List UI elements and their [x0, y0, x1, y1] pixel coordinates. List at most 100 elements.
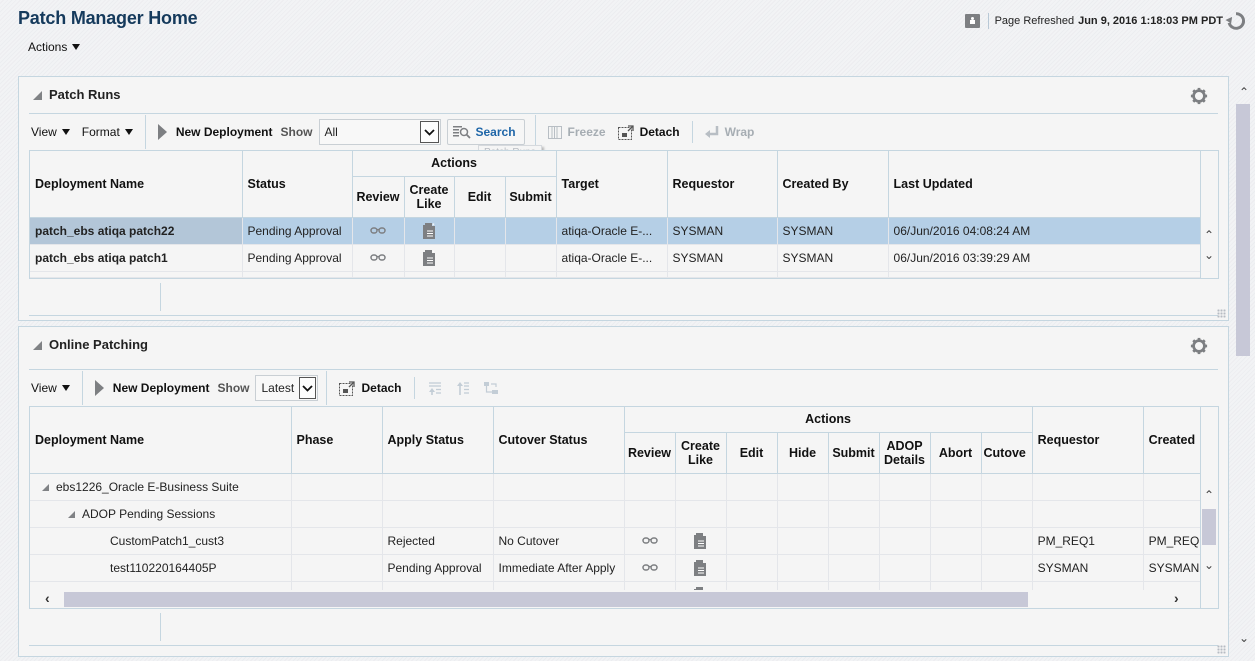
column-header-requestor[interactable]: Requestor: [1032, 407, 1144, 474]
create-like-icon[interactable]: *: [422, 249, 436, 266]
table-vscroll-thumb[interactable]: [1202, 509, 1216, 545]
table-vscroll[interactable]: ⌃ ⌄: [1201, 489, 1217, 579]
review-cell[interactable]: [624, 527, 676, 555]
patch-runs-title[interactable]: Patch Runs: [33, 87, 121, 102]
gear-icon[interactable]: [1190, 337, 1208, 355]
gear-icon[interactable]: [1190, 87, 1208, 105]
column-header-created-by[interactable]: Created By: [777, 151, 889, 218]
column-header-create-like[interactable]: Create Like: [675, 432, 727, 474]
scroll-left-icon[interactable]: ‹: [45, 590, 50, 606]
format-menu[interactable]: Format: [76, 125, 139, 139]
page-scrollbar[interactable]: ⌃ ⌄: [1234, 80, 1254, 661]
create-like-cell[interactable]: [675, 527, 727, 555]
scroll-up-icon[interactable]: ⌃: [1201, 229, 1217, 241]
chevron-down-icon[interactable]: [299, 377, 317, 399]
column-header-target[interactable]: Target: [556, 151, 668, 218]
show-select[interactable]: All: [318, 119, 441, 145]
deployment-name-cell[interactable]: patch_ebs atiqa patch1: [30, 244, 243, 272]
review-cell[interactable]: [624, 554, 676, 582]
table-row[interactable]: patch_ebs atiqa patch22 Pending Approval…: [30, 217, 1201, 245]
column-header-status[interactable]: Status: [242, 151, 353, 218]
column-header-deployment-name[interactable]: Deployment Name: [30, 407, 292, 474]
tree-node-root[interactable]: ebs1226_Oracle E-Business Suite: [30, 473, 292, 501]
column-header-hide[interactable]: Hide: [777, 432, 829, 474]
column-header-abort[interactable]: Abort: [930, 432, 982, 474]
table-row[interactable]: patch_ebs atiqa patch1 Pending Approval …: [30, 244, 1201, 272]
expand-all-button[interactable]: [421, 381, 449, 395]
create-like-cell[interactable]: *: [404, 244, 455, 272]
collapse-icon[interactable]: [33, 341, 42, 350]
column-header-edit[interactable]: Edit: [454, 176, 506, 218]
column-header-edit[interactable]: Edit: [726, 432, 778, 474]
column-header-review[interactable]: Review: [352, 176, 405, 218]
column-header-apply-status[interactable]: Apply Status: [382, 407, 494, 474]
column-header-requestor[interactable]: Requestor: [667, 151, 778, 218]
column-header-review[interactable]: Review: [624, 432, 676, 474]
new-deployment-button[interactable]: New Deployment: [89, 380, 216, 396]
show-select[interactable]: Latest: [255, 375, 319, 401]
column-header-submit[interactable]: Submit: [505, 176, 557, 218]
actions-menu[interactable]: Actions: [28, 40, 81, 54]
column-header-phase[interactable]: Phase: [291, 407, 383, 474]
scroll-to-parent-button[interactable]: [477, 381, 505, 395]
column-header-last-updated[interactable]: Last Updated: [888, 151, 1201, 218]
deployment-name-cell[interactable]: patch_ebs atiqa patch22: [30, 217, 243, 245]
tree-node-group[interactable]: ADOP Pending Sessions: [30, 500, 292, 528]
page-scroll-thumb[interactable]: [1236, 104, 1250, 356]
deployment-name-cell[interactable]: CustomPatch1_cust3: [30, 527, 292, 555]
view-menu[interactable]: View: [29, 125, 76, 139]
scroll-down-icon[interactable]: ⌄: [1238, 632, 1250, 644]
resize-handle[interactable]: [1217, 645, 1226, 654]
glasses-icon[interactable]: [370, 254, 386, 262]
column-header-created[interactable]: Created: [1143, 407, 1201, 474]
create-like-icon[interactable]: [694, 559, 707, 576]
scroll-up-icon[interactable]: ⌃: [1238, 86, 1250, 98]
view-menu[interactable]: View: [29, 381, 76, 395]
submit-cell[interactable]: [505, 244, 557, 272]
tree-row[interactable]: ADOP Pending Sessions: [30, 500, 1201, 528]
personalize-icon[interactable]: [964, 14, 980, 28]
table-hscroll-thumb[interactable]: [64, 592, 1028, 607]
detach-button[interactable]: Detach: [333, 380, 407, 396]
refresh-icon[interactable]: [1225, 10, 1247, 32]
column-header-cutover-status[interactable]: Cutover Status: [493, 407, 625, 474]
scroll-down-icon[interactable]: ⌄: [1201, 249, 1217, 261]
create-like-icon[interactable]: *: [422, 222, 436, 239]
chevron-down-icon[interactable]: [419, 121, 439, 143]
column-header-deployment-name[interactable]: Deployment Name: [30, 151, 243, 218]
scroll-down-icon[interactable]: ⌄: [1201, 559, 1217, 571]
create-like-cell[interactable]: *: [404, 217, 455, 245]
edit-cell[interactable]: [454, 217, 506, 245]
review-cell[interactable]: [352, 244, 405, 272]
freeze-button[interactable]: Freeze: [542, 125, 612, 139]
column-header-cutover[interactable]: Cutove: [981, 432, 1033, 474]
column-header-adop-details[interactable]: ADOP Details: [879, 432, 931, 474]
glasses-icon[interactable]: [641, 537, 658, 545]
collapse-all-button[interactable]: [449, 381, 477, 395]
column-header-create-like[interactable]: Create Like: [404, 176, 455, 218]
table-vscroll[interactable]: ⌃ ⌄: [1201, 229, 1217, 261]
glasses-icon[interactable]: [641, 564, 658, 572]
detach-button[interactable]: Detach: [612, 124, 686, 140]
create-like-cell[interactable]: [675, 554, 727, 582]
create-like-icon[interactable]: [694, 532, 707, 549]
expand-icon[interactable]: [42, 483, 49, 491]
deployment-name-cell[interactable]: test110220164405P: [30, 554, 292, 582]
resize-handle[interactable]: [1217, 309, 1226, 318]
table-hscroll[interactable]: ‹ ›: [30, 590, 1200, 608]
table-row[interactable]: test110220164405P Pending Approval Immed…: [30, 554, 1201, 582]
search-button[interactable]: Search: [446, 119, 525, 145]
wrap-button[interactable]: Wrap: [699, 125, 761, 139]
scroll-up-icon[interactable]: ⌃: [1201, 489, 1217, 501]
online-patching-title[interactable]: Online Patching: [33, 337, 148, 352]
expand-icon[interactable]: [68, 510, 75, 518]
glasses-icon[interactable]: [370, 227, 386, 235]
collapse-icon[interactable]: [33, 91, 42, 100]
new-deployment-button[interactable]: New Deployment: [152, 124, 279, 140]
table-row[interactable]: CustomPatch1_cust3 Rejected No Cutover P…: [30, 527, 1201, 555]
column-header-submit[interactable]: Submit: [828, 432, 880, 474]
tree-row[interactable]: ebs1226_Oracle E-Business Suite: [30, 473, 1201, 501]
submit-cell[interactable]: [505, 217, 557, 245]
scroll-right-icon[interactable]: ›: [1174, 590, 1179, 606]
edit-cell[interactable]: [454, 244, 506, 272]
